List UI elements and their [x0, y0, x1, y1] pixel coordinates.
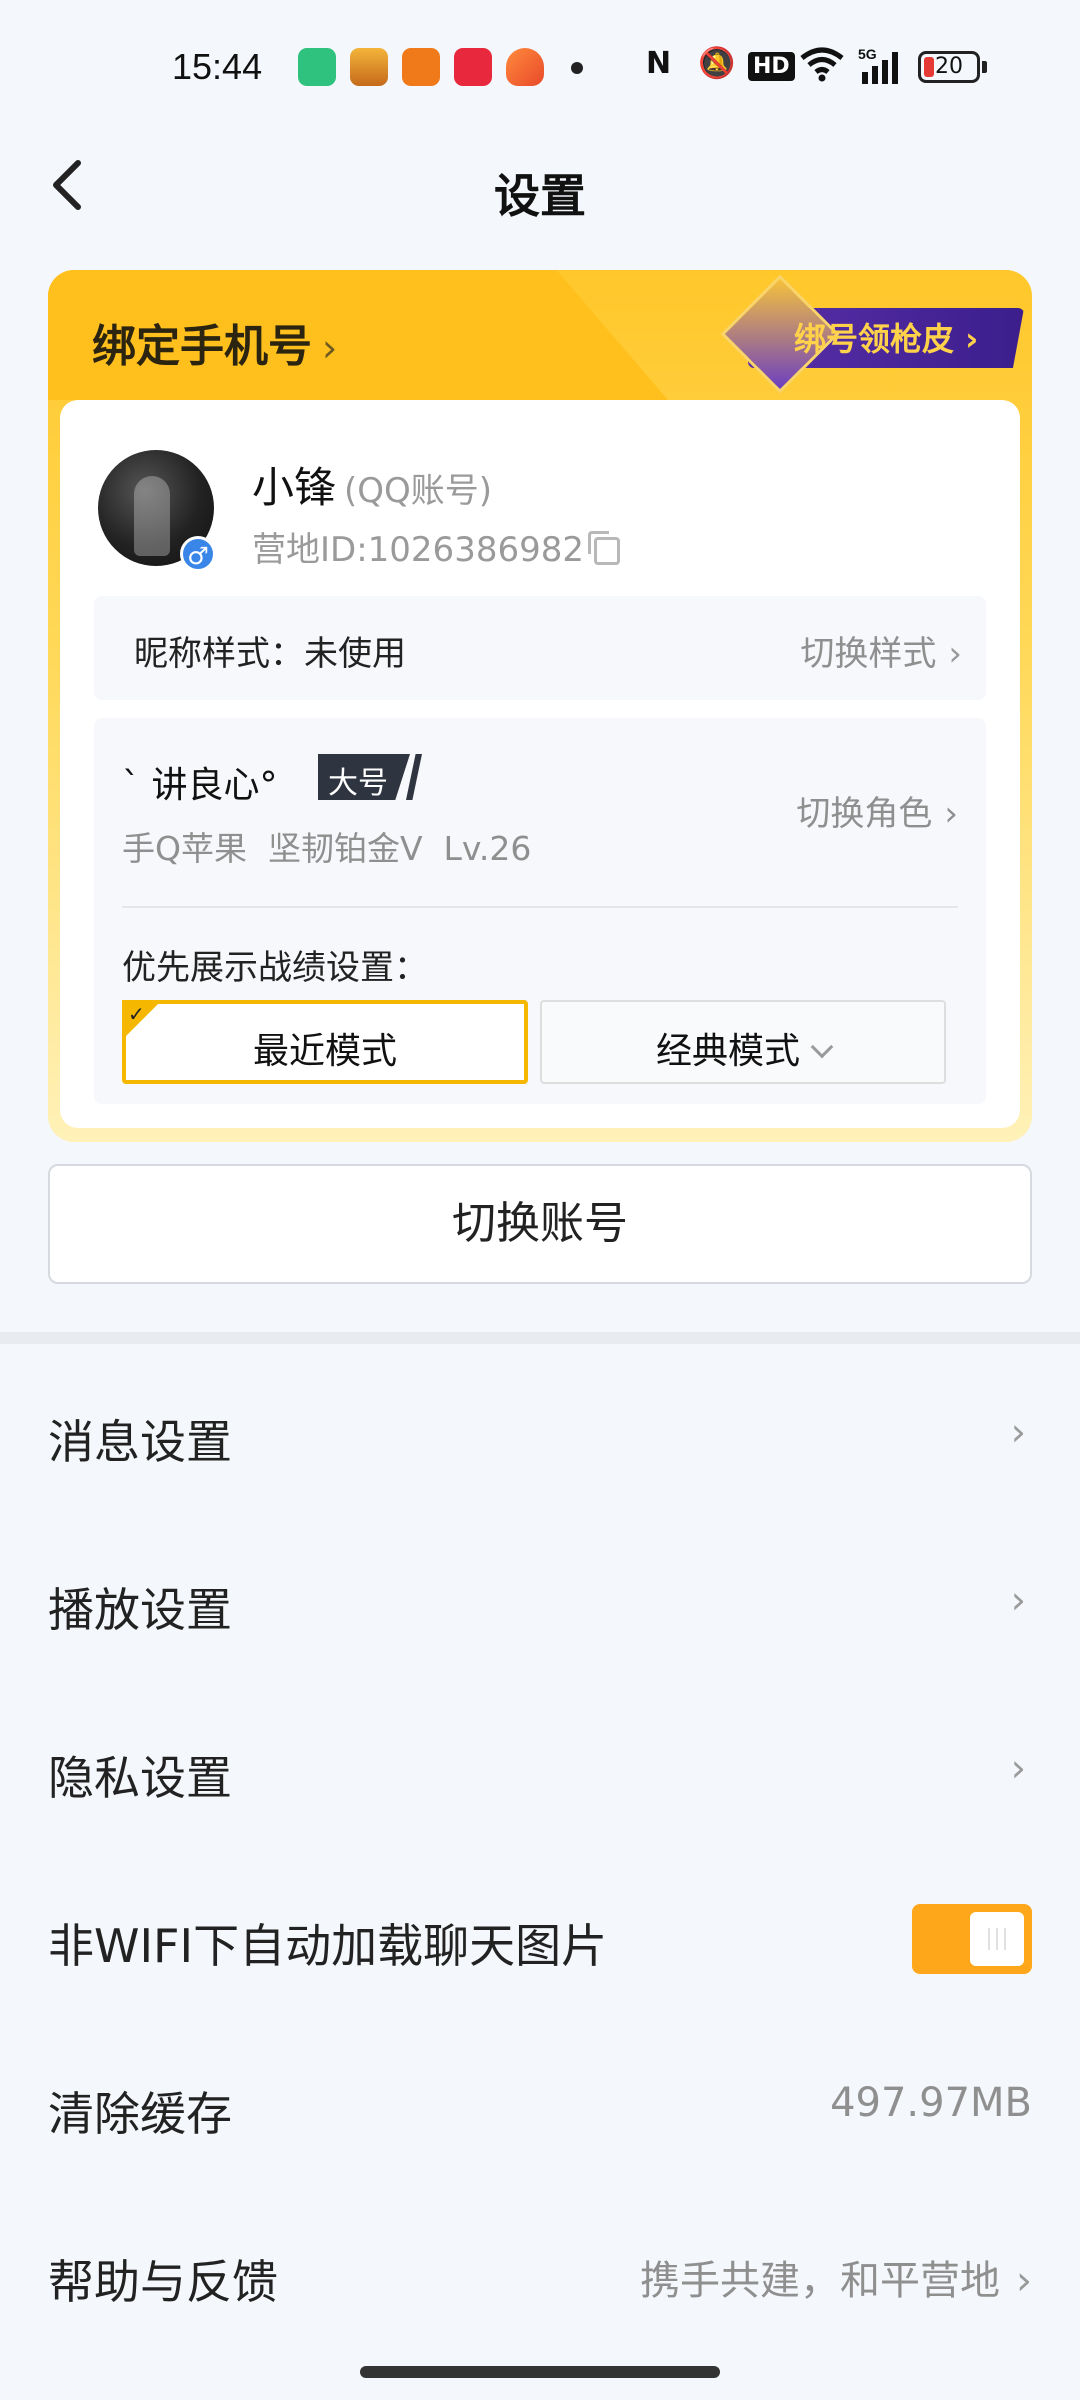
- battery-saver-icon: [298, 48, 336, 86]
- bind-phone-link[interactable]: 绑定手机号 ›: [92, 310, 337, 374]
- role-name: ` 讲良心°: [122, 765, 278, 806]
- user-name: 小锋 (QQ账号): [252, 463, 493, 512]
- cache-size-value: 497.97MB: [830, 2080, 1032, 2126]
- status-bar: 15:44 N 🔕 HD 5G 20: [0, 0, 1080, 138]
- section-divider: [0, 1332, 1080, 1344]
- 5g-signal-icon: 5G: [858, 46, 906, 94]
- divider: [122, 906, 958, 908]
- auto-load-images-toggle[interactable]: [912, 1904, 1032, 1974]
- settings-item-label: 隐私设置: [48, 1751, 232, 1805]
- account-type: (QQ账号): [344, 471, 493, 511]
- page-title: 设置: [494, 169, 586, 223]
- help-feedback-value: 携手共建，和平营地 ›: [640, 2258, 1032, 2304]
- battery-level: 20: [935, 54, 963, 79]
- status-time: 15:44: [172, 46, 263, 87]
- chevron-right-icon: ›: [1010, 1578, 1026, 1622]
- battery-tip: [982, 61, 987, 73]
- male-gender-icon: ♂: [180, 536, 216, 572]
- settings-item-playback[interactable]: 播放设置 ›: [0, 1516, 1080, 1684]
- mode-recent-option[interactable]: ✓ 最近模式: [122, 1000, 528, 1084]
- chevron-right-icon: ›: [1016, 2258, 1032, 2304]
- chevron-right-icon: ›: [944, 794, 958, 834]
- account-card-body: ♂ 小锋 (QQ账号) 营地ID:1026386982 昵称样式：未使用 切换样式…: [60, 400, 1020, 1128]
- camp-id: 营地ID:1026386982: [252, 522, 620, 571]
- switch-style-button[interactable]: 切换样式 ›: [800, 626, 962, 675]
- mode-classic-dropdown[interactable]: 经典模式: [540, 1000, 946, 1084]
- settings-item-label: 非WIFI下自动加载聊天图片: [48, 1919, 608, 1973]
- account-card: 绑定手机号 › 绑号领枪皮 › ♂ 小锋 (QQ账号) 营地ID:102638698…: [48, 270, 1032, 1142]
- nickname-style-label: 昵称样式：未使用: [134, 634, 406, 674]
- settings-item-label: 清除缓存: [48, 2087, 232, 2141]
- avatar-figure: [134, 476, 170, 556]
- chevron-right-icon: ›: [322, 326, 338, 370]
- switch-account-button[interactable]: 切换账号: [48, 1164, 1032, 1284]
- nfc-icon: N: [646, 46, 672, 81]
- settings-item-label: 播放设置: [48, 1583, 232, 1637]
- settings-item-label: 帮助与反馈: [48, 2255, 278, 2309]
- mode-classic-label: 经典模式: [542, 1022, 944, 1074]
- nickname-style-row[interactable]: 昵称样式：未使用 切换样式 ›: [94, 596, 986, 700]
- hd-icon: HD: [748, 52, 795, 81]
- promo-banner[interactable]: 绑号领枪皮 ›: [688, 274, 1060, 394]
- settings-item-help-feedback[interactable]: 帮助与反馈 携手共建，和平营地 ›: [0, 2188, 1080, 2356]
- switch-role-button[interactable]: 切换角色 ›: [796, 786, 958, 835]
- music-icon: [454, 48, 492, 86]
- wifi-icon: [800, 46, 844, 90]
- game-icon: [506, 48, 544, 86]
- settings-item-label: 消息设置: [48, 1415, 232, 1469]
- role-details: 手Q苹果 坚韧铂金V Lv.26: [122, 829, 532, 868]
- home-indicator[interactable]: [360, 2366, 720, 2378]
- bind-phone-label: 绑定手机号: [92, 321, 312, 372]
- settings-item-auto-load-images: 非WIFI下自动加载聊天图片: [0, 1852, 1080, 2020]
- chevron-right-icon: ›: [948, 634, 962, 674]
- promo-label: 绑号领枪皮 ›: [794, 320, 979, 358]
- svg-text:5G: 5G: [858, 46, 877, 62]
- role-panel: ` 讲良心° 大号 手Q苹果 坚韧铂金V Lv.26 切换角色 › 优先展示战绩设…: [94, 718, 986, 1104]
- chevron-right-icon: ›: [1010, 1410, 1026, 1454]
- main-account-badge: 大号: [318, 754, 426, 801]
- battery-fill: [924, 57, 934, 77]
- battery-icon: 20: [918, 51, 980, 83]
- app-icon-1: [350, 48, 388, 86]
- copy-icon[interactable]: [587, 531, 620, 565]
- mode-recent-label: 最近模式: [252, 1031, 397, 1072]
- notification-dot: [571, 62, 583, 74]
- settings-item-clear-cache[interactable]: 清除缓存 497.97MB: [0, 2020, 1080, 2188]
- chevron-right-icon: ›: [1010, 1746, 1026, 1790]
- sogou-icon: [402, 48, 440, 86]
- settings-item-privacy[interactable]: 隐私设置 ›: [0, 1684, 1080, 1852]
- chevron-down-icon: [810, 1035, 834, 1059]
- priority-display-label: 优先展示战绩设置：: [122, 948, 428, 988]
- toggle-knob: [970, 1912, 1024, 1966]
- settings-item-messages[interactable]: 消息设置 ›: [0, 1348, 1080, 1516]
- mute-icon: 🔕: [698, 46, 736, 81]
